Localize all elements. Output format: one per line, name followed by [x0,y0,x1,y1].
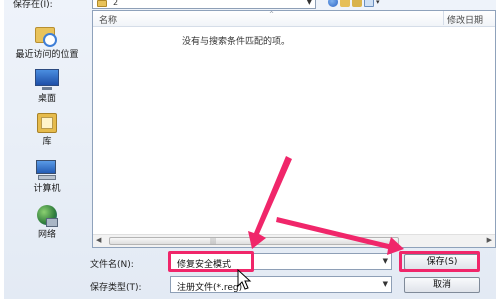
chevron-down-icon[interactable]: ▼ [383,257,388,265]
column-header-date-modified[interactable]: 修改日期 [447,13,483,26]
grip-icon: ||| [210,238,217,245]
sidebar-item-network[interactable]: 网络 [4,204,90,241]
filename-label: 文件名(N): [90,260,134,270]
horizontal-scrollbar[interactable]: ◀ ||| ▶ [93,234,495,247]
filetype-dropdown[interactable]: 注册文件(*.reg) ▼ [170,276,392,293]
sidebar-item-label: 库 [42,137,52,147]
sort-arrow-icon: ^ [269,11,275,18]
network-icon [34,204,60,228]
recent-places-icon [34,24,60,48]
chevron-down-icon: ▼ [382,280,388,288]
chevron-down-icon: ▼ [306,0,312,6]
sidebar-item-computer[interactable]: 计算机 [4,158,90,195]
file-list[interactable]: 名称 ^ 修改日期 没有与搜索条件匹配的项。 ◀ ||| ▶ [92,10,496,248]
empty-list-message: 没有与搜索条件匹配的项。 [181,37,290,47]
filetype-value: 注册文件(*.reg) [177,283,243,293]
sidebar-item-desktop[interactable]: 桌面 [4,68,90,105]
save-button-highlight-box [399,251,480,272]
chevron-down-icon[interactable]: ▾ [376,0,380,9]
new-folder-icon[interactable] [352,0,362,7]
save-in-dropdown[interactable]: 2 ▼ [92,0,316,9]
cancel-button[interactable]: 取消 [404,277,480,293]
library-icon [34,111,60,135]
scroll-right-icon[interactable]: ▶ [487,236,492,244]
column-header-row: 名称 ^ 修改日期 [93,11,495,27]
sidebar-item-label: 桌面 [37,94,56,104]
view-menu-icon[interactable] [364,0,374,7]
sidebar-item-library[interactable]: 库 [4,111,90,148]
save-in-folder-name: 2 [113,0,119,7]
scrollbar-thumb[interactable]: ||| [109,237,399,245]
sidebar-item-label: 网络 [37,230,56,240]
dialog-toolbar: ▾ [328,0,380,9]
filetype-label: 保存类型(T): [90,283,142,293]
up-folder-icon[interactable] [340,0,350,7]
scroll-left-icon[interactable]: ◀ [96,236,101,244]
sidebar-item-recent[interactable]: 最近访问的位置 [4,24,90,61]
computer-icon [34,158,60,182]
sidebar-item-label: 计算机 [33,184,61,194]
filename-highlight-box [168,251,254,272]
column-divider[interactable] [443,11,444,25]
column-header-name[interactable]: 名称 [99,13,117,26]
back-icon[interactable] [328,0,338,7]
places-sidebar: 最近访问的位置 桌面 库 计算机 网络 [4,10,90,241]
desktop-icon [34,68,60,92]
folder-icon [97,0,107,7]
sidebar-item-label: 最近访问的位置 [15,50,79,60]
